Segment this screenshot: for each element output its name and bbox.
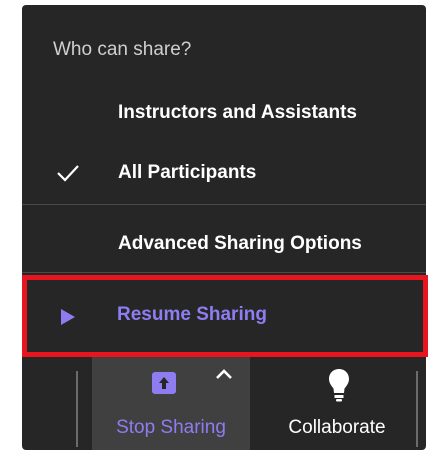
sharing-menu: Who can share? Instructors and Assistant… (22, 5, 428, 450)
play-icon (61, 309, 75, 325)
divider (22, 272, 426, 273)
menu-title: Who can share? (53, 39, 192, 60)
toolbar-separator (416, 371, 418, 447)
collaborate-label: Collaborate (288, 417, 386, 438)
menu-item-label: Advanced Sharing Options (118, 233, 362, 254)
collaborate-button[interactable]: Collaborate (262, 357, 412, 450)
check-icon (57, 165, 79, 182)
menu-item-advanced-sharing-options[interactable]: Advanced Sharing Options (22, 220, 426, 268)
chevron-up-icon[interactable] (214, 367, 234, 381)
menu-item-all-participants[interactable]: All Participants (22, 149, 426, 197)
menu-item-label: Instructors and Assistants (118, 102, 357, 123)
stop-sharing-button[interactable]: Stop Sharing (92, 357, 250, 450)
resume-sharing-label: Resume Sharing (117, 304, 267, 325)
share-screen-icon (152, 372, 176, 394)
stop-sharing-label: Stop Sharing (116, 417, 226, 438)
lightbulb-icon (329, 369, 349, 402)
menu-item-instructors-and-assistants[interactable]: Instructors and Assistants (22, 89, 426, 137)
divider (22, 204, 426, 205)
menu-item-label: All Participants (118, 162, 257, 183)
toolbar: Stop Sharing Collaborate (22, 357, 426, 450)
toolbar-separator (76, 371, 78, 447)
resume-sharing-button[interactable]: Resume Sharing (22, 275, 428, 357)
